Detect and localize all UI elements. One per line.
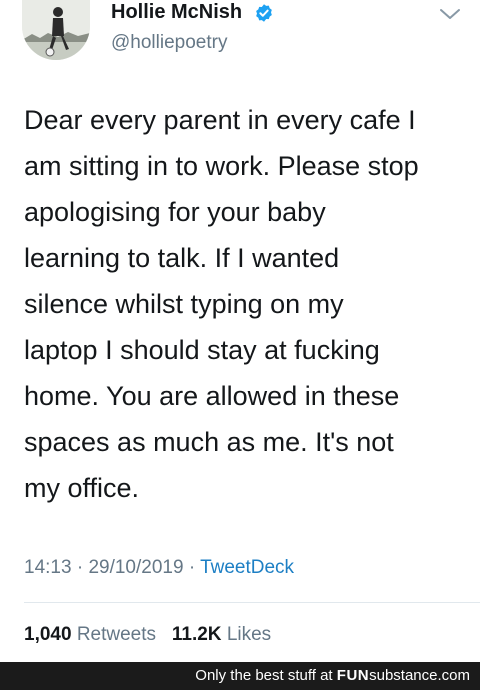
user-display-name[interactable]: Hollie McNish (111, 1, 242, 24)
user-handle[interactable]: @holliepoetry (111, 32, 227, 54)
tweet-meta: 14:13 · 29/10/2019 · TweetDeck (24, 557, 294, 579)
avatar-photo (22, 0, 90, 60)
likes-count: 11.2K (171, 624, 222, 645)
tweet-card: Hollie McNish @holliepoetry Dear every p… (0, 0, 480, 662)
tweet-stats: 1,040 Retweets 11.2K Likes (24, 624, 271, 646)
meta-separator: · (188, 557, 196, 578)
chevron-down-icon[interactable] (438, 6, 462, 22)
watermark-brand-rest: substance.com (369, 667, 470, 684)
watermark-tagline: Only the best stuff at (195, 667, 333, 684)
retweets-count: 1,040 (24, 624, 72, 645)
divider (24, 602, 480, 603)
retweets-stat[interactable]: 1,040 Retweets (24, 624, 156, 645)
likes-stat[interactable]: 11.2K Likes (172, 624, 271, 645)
tweet-time[interactable]: 14:13 (24, 557, 72, 578)
watermark-text: Only the best stuff at FUNsubstance.com (195, 667, 470, 684)
likes-label: Likes (226, 624, 272, 645)
tweet-text: Dear every parent in every cafe I am sit… (24, 105, 419, 503)
meta-separator: · (76, 557, 84, 578)
tweet-source-link[interactable]: TweetDeck (200, 557, 294, 578)
watermark-bar: Only the best stuff at FUNsubstance.com (0, 662, 480, 690)
tweet-date[interactable]: 29/10/2019 (88, 557, 183, 578)
retweets-label: Retweets (76, 624, 157, 645)
avatar[interactable] (22, 0, 90, 60)
watermark-brand-bold: FUN (336, 667, 370, 684)
verified-badge-icon (256, 4, 272, 22)
